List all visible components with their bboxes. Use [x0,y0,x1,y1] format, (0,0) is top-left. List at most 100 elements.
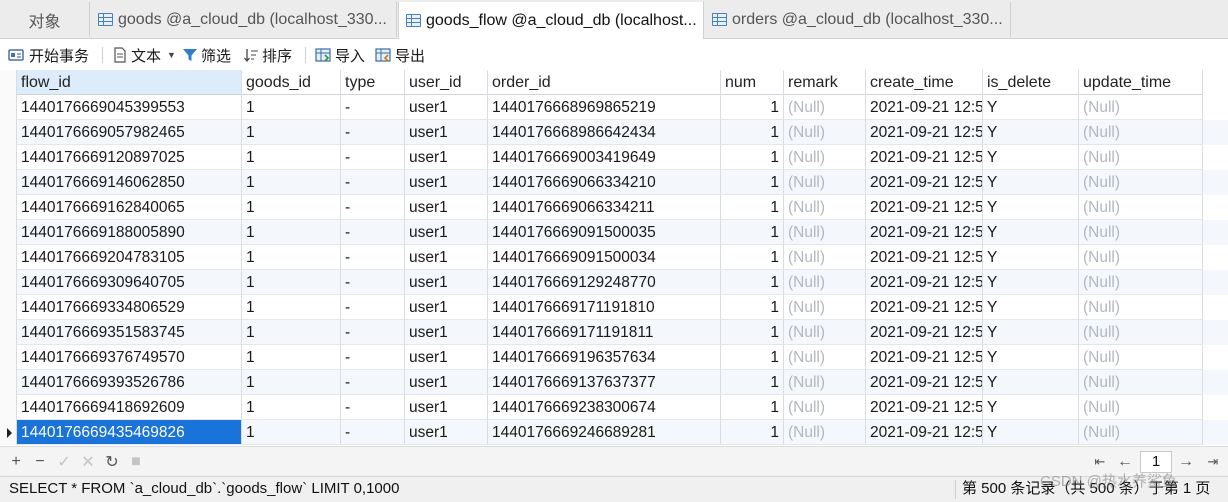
row-marker[interactable] [0,220,17,245]
column-header-update-time[interactable]: update_time [1079,70,1203,95]
row-marker[interactable] [0,270,17,295]
cell-create-time[interactable]: 2021-09-21 12:5 [866,345,983,370]
cell-update-time[interactable]: (Null) [1079,245,1203,270]
cell-goods-id[interactable]: 1 [242,420,341,445]
row-marker[interactable] [0,395,17,420]
cell-type[interactable]: - [341,345,405,370]
table-row[interactable]: 1440176669351583745 1- user1 14401766691711… [0,320,1228,345]
cell-update-time[interactable]: (Null) [1079,270,1203,295]
cell-create-time[interactable]: 2021-09-21 12:5 [866,220,983,245]
cell-order-id[interactable]: 1440176669238300674 [488,395,721,420]
delete-record-icon[interactable]: − [30,452,50,472]
cell-user-id[interactable]: user1 [405,145,488,170]
cell-num[interactable]: 1 [721,295,784,320]
cell-remark[interactable]: (Null) [784,170,866,195]
cell-create-time[interactable]: 2021-09-21 12:5 [866,370,983,395]
cell-num[interactable]: 1 [721,370,784,395]
row-marker[interactable] [0,120,17,145]
cell-remark[interactable]: (Null) [784,270,866,295]
cell-create-time[interactable]: 2021-09-21 12:5 [866,395,983,420]
cell-is-delete[interactable]: Y [983,395,1079,420]
cell-order-id[interactable]: 1440176669003419649 [488,145,721,170]
cell-update-time[interactable]: (Null) [1079,345,1203,370]
table-row[interactable]: 1440176669376749570 1- user1 14401766691963… [0,345,1228,370]
row-marker[interactable] [0,170,17,195]
cell-update-time[interactable]: (Null) [1079,395,1203,420]
text-view-button[interactable]: 文本 ▼ [112,43,176,67]
cell-create-time[interactable]: 2021-09-21 12:5 [866,245,983,270]
cell-flow-id[interactable]: 1440176669393526786 [17,370,242,395]
cell-num[interactable]: 1 [721,245,784,270]
cell-order-id[interactable]: 1440176668986642434 [488,120,721,145]
cell-goods-id[interactable]: 1 [242,120,341,145]
cell-is-delete[interactable]: Y [983,345,1079,370]
tab-objects[interactable]: 对象 [0,2,90,37]
cell-flow-id[interactable]: 1440176669334806529 [17,295,242,320]
cell-remark[interactable]: (Null) [784,320,866,345]
cell-goods-id[interactable]: 1 [242,345,341,370]
export-button[interactable]: 导出 [375,43,425,67]
cell-user-id[interactable]: user1 [405,270,488,295]
cell-num[interactable]: 1 [721,395,784,420]
table-row[interactable]: 1440176669188005890 1- user1 14401766690915… [0,220,1228,245]
cell-create-time[interactable]: 2021-09-21 12:5 [866,295,983,320]
cell-flow-id[interactable]: 1440176669162840065 [17,195,242,220]
cell-remark[interactable]: (Null) [784,245,866,270]
cell-user-id[interactable]: user1 [405,95,488,120]
row-marker[interactable] [0,370,17,395]
cell-user-id[interactable]: user1 [405,245,488,270]
cell-flow-id[interactable]: 1440176669057982465 [17,120,242,145]
column-header-remark[interactable]: remark [784,70,866,95]
table-row[interactable]: 1440176669045399553 1- user1 14401766689698… [0,95,1228,120]
next-page-icon[interactable]: → [1176,452,1196,472]
row-marker[interactable] [0,345,17,370]
cell-type[interactable]: - [341,245,405,270]
cell-order-id[interactable]: 1440176669196357634 [488,345,721,370]
cell-num[interactable]: 1 [721,345,784,370]
cell-flow-id[interactable]: 1440176669309640705 [17,270,242,295]
cell-num[interactable]: 1 [721,270,784,295]
cell-update-time[interactable]: (Null) [1079,220,1203,245]
data-grid[interactable]: flow_id goods_id type user_id order_id num rem… [0,70,1228,445]
cell-type[interactable]: - [341,120,405,145]
cell-num[interactable]: 1 [721,170,784,195]
cell-flow-id[interactable]: 1440176669376749570 [17,345,242,370]
cell-update-time[interactable]: (Null) [1079,320,1203,345]
cell-create-time[interactable]: 2021-09-21 12:5 [866,420,983,445]
tab-orders[interactable]: orders @a_cloud_db (localhost_330... [705,2,1011,37]
cell-goods-id[interactable]: 1 [242,95,341,120]
table-row[interactable]: 1440176669334806529 1- user1 14401766691711… [0,295,1228,320]
cell-remark[interactable]: (Null) [784,370,866,395]
cell-num[interactable]: 1 [721,95,784,120]
column-header-goods-id[interactable]: goods_id [242,70,341,95]
cell-order-id[interactable]: 1440176669066334210 [488,170,721,195]
table-row[interactable]: 1440176669204783105 1- user1 14401766690915… [0,245,1228,270]
cell-flow-id[interactable]: 1440176669045399553 [17,95,242,120]
cell-flow-id[interactable]: 1440176669351583745 [17,320,242,345]
stop-icon[interactable]: ■ [126,452,146,472]
cell-update-time[interactable]: (Null) [1079,95,1203,120]
prev-page-icon[interactable]: ← [1115,452,1135,472]
row-marker[interactable] [0,320,17,345]
column-header-flow-id[interactable]: flow_id [17,70,242,95]
cell-order-id[interactable]: 1440176669171191811 [488,320,721,345]
cell-goods-id[interactable]: 1 [242,245,341,270]
table-row[interactable]: 1440176669309640705 1- user1 14401766691292… [0,270,1228,295]
table-row[interactable]: 1440176669120897025 1- user1 14401766690034… [0,145,1228,170]
cell-type[interactable]: - [341,220,405,245]
cell-is-delete[interactable]: Y [983,95,1079,120]
column-header-order-id[interactable]: order_id [488,70,721,95]
cell-remark[interactable]: (Null) [784,295,866,320]
column-header-user-id[interactable]: user_id [405,70,488,95]
cell-user-id[interactable]: user1 [405,195,488,220]
cell-is-delete[interactable]: Y [983,245,1079,270]
cell-order-id[interactable]: 1440176669129248770 [488,270,721,295]
cell-create-time[interactable]: 2021-09-21 12:5 [866,170,983,195]
cell-goods-id[interactable]: 1 [242,170,341,195]
cell-num[interactable]: 1 [721,320,784,345]
cell-remark[interactable]: (Null) [784,120,866,145]
cell-order-id[interactable]: 1440176669137637377 [488,370,721,395]
cell-create-time[interactable]: 2021-09-21 12:5 [866,270,983,295]
cell-is-delete[interactable]: Y [983,220,1079,245]
cell-type[interactable]: - [341,320,405,345]
